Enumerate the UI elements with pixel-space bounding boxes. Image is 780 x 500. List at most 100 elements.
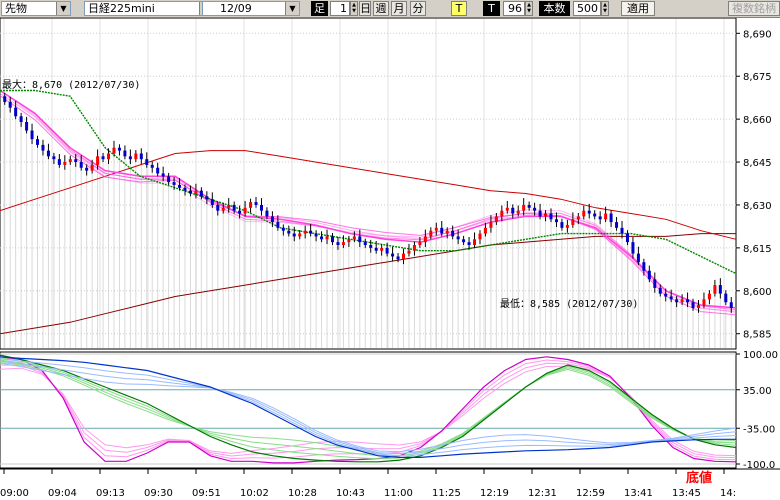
candle-body: [527, 204, 531, 208]
date-select-value: 12/09: [220, 2, 252, 15]
candle-body: [90, 164, 94, 171]
candle-body: [658, 287, 662, 294]
candle-body: [522, 204, 526, 211]
candle-body: [243, 207, 247, 214]
price-tick-label: 8,600: [743, 287, 772, 298]
time-tick-label: 10:43: [336, 488, 365, 499]
candle-body: [363, 242, 367, 246]
tick-t-button[interactable]: T: [451, 1, 467, 16]
instrument-select[interactable]: 先物 ▼: [1, 1, 71, 16]
candle-body: [407, 250, 411, 254]
oscillator-axis: 100.0035.00-35.00-100.0: [736, 350, 778, 471]
period-input[interactable]: 1: [330, 1, 350, 16]
apply-button[interactable]: 適用: [621, 1, 655, 16]
price-tick-label: 8,585: [743, 330, 772, 341]
candle-body: [107, 153, 111, 160]
tick-count-spinner[interactable]: ▲ ▼: [525, 1, 533, 16]
candle-body: [309, 230, 313, 234]
candle-body: [598, 216, 602, 220]
candle-body: [374, 247, 378, 251]
candle-body: [238, 210, 242, 214]
period-spinner[interactable]: ▲ ▼: [350, 1, 358, 16]
candle-body: [52, 156, 56, 160]
unit-week-label: 週: [375, 2, 387, 15]
candle-body: [270, 216, 274, 223]
candle-body: [41, 144, 45, 151]
candle-body: [582, 210, 586, 217]
candle-body: [718, 285, 722, 294]
candle-body: [259, 204, 263, 211]
candle-body: [380, 247, 384, 251]
candle-body: [36, 139, 40, 145]
candle-body: [30, 130, 34, 140]
time-tick-label: 12:19: [480, 488, 509, 499]
unit-day-button[interactable]: 日: [359, 1, 371, 16]
candle-body: [560, 222, 564, 228]
candle-body: [500, 210, 504, 217]
oscillator-tick-label: 35.00: [743, 386, 772, 397]
candle-body: [478, 233, 482, 240]
candle-body: [396, 256, 400, 260]
candle-body: [680, 299, 684, 303]
symbol-select[interactable]: 日経225mini ▼: [84, 1, 214, 16]
candle-body: [249, 202, 253, 208]
candle-body: [615, 222, 619, 228]
candle-body: [276, 222, 280, 228]
time-tick-label: 13:41: [624, 488, 653, 499]
price-tick-label: 8,660: [743, 115, 772, 126]
candle-body: [183, 187, 187, 191]
candle-body: [79, 162, 83, 168]
time-tick-label: 13:45: [672, 488, 701, 499]
candle-body: [653, 279, 657, 288]
candle-body: [85, 167, 89, 171]
bar-count-label: 本数: [539, 1, 570, 16]
candle-body: [287, 230, 291, 234]
candle-body: [664, 293, 668, 297]
symbol-select-value: 日経225mini: [88, 2, 155, 15]
candle-body: [494, 216, 498, 223]
candle-body: [729, 302, 733, 308]
bottom-badge: 底値: [686, 470, 712, 486]
candle-body: [713, 285, 717, 294]
bar-count-spinner[interactable]: ▲ ▼: [601, 1, 609, 16]
candle-body: [8, 101, 12, 108]
candle-body: [473, 239, 477, 246]
candle-body: [642, 262, 646, 271]
candle-body: [483, 227, 487, 234]
price-tick-label: 8,615: [743, 244, 772, 255]
time-tick-label: 12:59: [576, 488, 605, 499]
candle-body: [205, 196, 209, 200]
unit-month-button[interactable]: 月: [391, 1, 407, 16]
candle-body: [604, 213, 608, 220]
candle-body: [46, 150, 50, 157]
chevron-down-icon[interactable]: ▼: [285, 2, 299, 15]
candle-body: [303, 230, 307, 234]
price-tick-label: 8,675: [743, 72, 772, 83]
candle-body: [139, 153, 143, 160]
oscillator-tick-label: -35.00: [743, 424, 775, 435]
multi-symbol-button[interactable]: 複数銘柄: [728, 1, 780, 16]
candle-body: [314, 233, 318, 237]
tick-t-button-label: T: [455, 2, 463, 15]
chevron-down-icon[interactable]: ▼: [56, 2, 70, 15]
candle-body: [609, 213, 613, 223]
candle-body: [538, 210, 542, 217]
bar-count-input[interactable]: 500: [573, 1, 601, 16]
candle-body: [281, 227, 285, 231]
candle-body: [25, 121, 29, 131]
time-tick-label: 09:04: [48, 488, 77, 499]
unit-week-button[interactable]: 週: [373, 1, 389, 16]
tick-count-input[interactable]: 96: [503, 1, 525, 16]
unit-minute-button[interactable]: 分: [410, 1, 426, 16]
candle-body: [565, 224, 569, 228]
candle-body: [123, 150, 127, 157]
high-annotation: 最大：8,670 (2012/07/30): [2, 78, 140, 91]
candle-body: [232, 204, 236, 211]
candle-body: [669, 296, 673, 300]
date-select[interactable]: 12/09 ▼: [202, 1, 300, 16]
price-tick-label: 8,630: [743, 201, 772, 212]
candle-body: [178, 184, 182, 188]
price-tick-label: 8,690: [743, 29, 772, 40]
candle-body: [74, 159, 78, 163]
candle-body: [265, 210, 269, 217]
